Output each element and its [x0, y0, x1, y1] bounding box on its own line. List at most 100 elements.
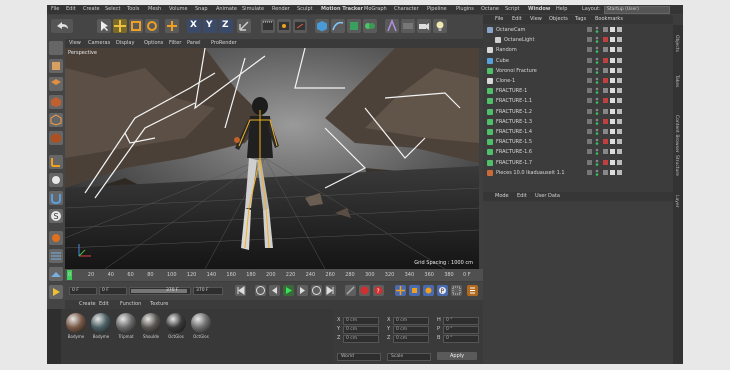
- step-forward-icon[interactable]: [297, 285, 308, 296]
- viewport-menu-cameras[interactable]: Cameras: [88, 40, 110, 46]
- points-mode-icon[interactable]: [49, 95, 63, 109]
- object-row[interactable]: OctaneCam: [483, 25, 673, 35]
- step-back-icon[interactable]: [269, 285, 280, 296]
- object-tags[interactable]: [587, 97, 671, 105]
- material-swatch[interactable]: OctGlos: [190, 313, 212, 339]
- world-dropdown[interactable]: World: [337, 353, 381, 361]
- coordinate-field[interactable]: 0 cm: [343, 326, 379, 334]
- object-tags[interactable]: [587, 57, 671, 65]
- object-tags[interactable]: [587, 148, 671, 156]
- object-tags[interactable]: [587, 77, 671, 85]
- menu-octane[interactable]: Octane: [481, 6, 499, 12]
- make-editable-icon[interactable]: [49, 41, 63, 55]
- spline-pen-icon[interactable]: [331, 19, 345, 33]
- material-swatch[interactable]: Bodyme: [90, 313, 112, 339]
- menu-mograph[interactable]: MoGraph: [364, 6, 387, 12]
- coordinate-field[interactable]: 0 cm: [343, 317, 379, 325]
- light-bulb-icon[interactable]: [433, 19, 447, 33]
- key-parameter-icon[interactable]: P: [437, 285, 448, 296]
- perspective-viewport[interactable]: Perspective Grid Spacing : 1000 cm: [65, 48, 479, 269]
- undo-icon[interactable]: [51, 19, 73, 33]
- record-active-icon[interactable]: [359, 285, 370, 296]
- previous-key-icon[interactable]: [255, 285, 266, 296]
- object-tags[interactable]: [587, 138, 671, 146]
- key-position-icon[interactable]: [395, 285, 406, 296]
- edges-mode-icon[interactable]: [49, 113, 63, 127]
- object-tags[interactable]: [587, 67, 671, 75]
- go-to-start-icon[interactable]: [235, 285, 246, 296]
- cube-object-icon[interactable]: [315, 19, 329, 33]
- menu-mesh[interactable]: Mesh: [148, 6, 161, 12]
- autokey-icon[interactable]: ?: [373, 285, 384, 296]
- object-row[interactable]: FRACTURE-1: [483, 86, 673, 96]
- object-tags[interactable]: [587, 118, 671, 126]
- attribute-menu-mode[interactable]: Mode: [495, 193, 509, 199]
- attribute-menu-user-data[interactable]: User Data: [535, 193, 560, 199]
- menu-create[interactable]: Create: [83, 6, 100, 12]
- start-frame-field[interactable]: 0 F: [69, 287, 97, 295]
- scale-dropdown[interactable]: Scale: [387, 353, 431, 361]
- camera-icon[interactable]: [417, 19, 431, 33]
- coordinate-system-icon[interactable]: [237, 19, 251, 33]
- menu-window[interactable]: Window: [528, 6, 550, 12]
- object-tags[interactable]: [587, 108, 671, 116]
- polygons-mode-icon[interactable]: [49, 131, 63, 145]
- viewport-menu-panel[interactable]: Panel: [187, 40, 201, 46]
- object-row[interactable]: FRACTURE-1.3: [483, 117, 673, 127]
- viewport-menu-prorender[interactable]: ProRender: [211, 40, 237, 46]
- menu-plugins[interactable]: Plugins: [456, 6, 474, 12]
- move-tool-icon[interactable]: [113, 19, 127, 33]
- object-tags[interactable]: [587, 169, 671, 177]
- side-tab-structure[interactable]: Structure: [674, 155, 679, 176]
- viewport-menu-options[interactable]: Options: [144, 40, 163, 46]
- side-tab-objects[interactable]: Objects: [674, 35, 679, 52]
- menu-sculpt[interactable]: Sculpt: [297, 6, 313, 12]
- menu-help[interactable]: Help: [556, 6, 567, 12]
- object-row[interactable]: Pieces 10.0 Ikaduauseit 1.1: [483, 168, 673, 178]
- menu-edit[interactable]: Edit: [66, 6, 76, 12]
- object-menu-edit[interactable]: Edit: [512, 16, 522, 22]
- coordinate-field[interactable]: 0 °: [443, 335, 479, 343]
- menu-character[interactable]: Character: [394, 6, 419, 12]
- object-row[interactable]: Voronoi Fracture: [483, 66, 673, 76]
- material-menu-edit[interactable]: Edit: [99, 301, 109, 307]
- select-arrow-icon[interactable]: [97, 19, 111, 33]
- go-to-end-icon[interactable]: [325, 285, 336, 296]
- object-row[interactable]: FRACTURE-1.5: [483, 137, 673, 147]
- object-row[interactable]: Clone-1: [483, 76, 673, 86]
- next-key-icon[interactable]: [311, 285, 322, 296]
- z-axis-toggle[interactable]: Z: [219, 19, 233, 33]
- side-tab-takes[interactable]: Takes: [674, 75, 679, 87]
- menu-script[interactable]: Script: [505, 6, 520, 12]
- workplane-icon[interactable]: S: [49, 209, 63, 223]
- timeline-ruler[interactable]: 0 F 0 20 40 60 80 100 120 140 160 180 200 220 240 260…: [65, 269, 483, 281]
- render-icon[interactable]: [49, 285, 63, 299]
- viewport-menu-display[interactable]: Display: [116, 40, 134, 46]
- material-swatch[interactable]: Bodyme: [65, 313, 87, 339]
- texture-mode-icon[interactable]: [49, 59, 63, 73]
- y-axis-toggle[interactable]: Y: [203, 19, 217, 33]
- play-icon[interactable]: [283, 285, 294, 296]
- menu-render[interactable]: Render: [272, 6, 290, 12]
- object-row[interactable]: Random: [483, 45, 673, 55]
- key-pla-icon[interactable]: [451, 285, 462, 296]
- object-menu-objects[interactable]: Objects: [549, 16, 568, 22]
- rotate-tool-icon[interactable]: [145, 19, 159, 33]
- coordinate-field[interactable]: 0 cm: [343, 335, 379, 343]
- material-menu-function[interactable]: Function: [120, 301, 141, 307]
- object-menu-file[interactable]: File: [495, 16, 503, 22]
- object-row[interactable]: FRACTURE-1.2: [483, 107, 673, 117]
- object-row[interactable]: FRACTURE-1.6: [483, 147, 673, 157]
- menu-motion-tracker[interactable]: Motion Tracker: [321, 6, 363, 12]
- object-row[interactable]: Cube: [483, 56, 673, 66]
- model-mode-icon[interactable]: [49, 77, 63, 91]
- scale-tool-icon[interactable]: [129, 19, 143, 33]
- key-rotation-icon[interactable]: [423, 285, 434, 296]
- object-row[interactable]: OctaneLight: [483, 35, 673, 45]
- object-menu-bookmarks[interactable]: Bookmarks: [595, 16, 623, 22]
- scene-icon[interactable]: [401, 19, 415, 33]
- coordinate-field[interactable]: 0 °: [443, 326, 479, 334]
- floor-icon[interactable]: [49, 267, 63, 281]
- record-keys-icon[interactable]: [345, 285, 356, 296]
- viewport-menu-view[interactable]: View: [69, 40, 81, 46]
